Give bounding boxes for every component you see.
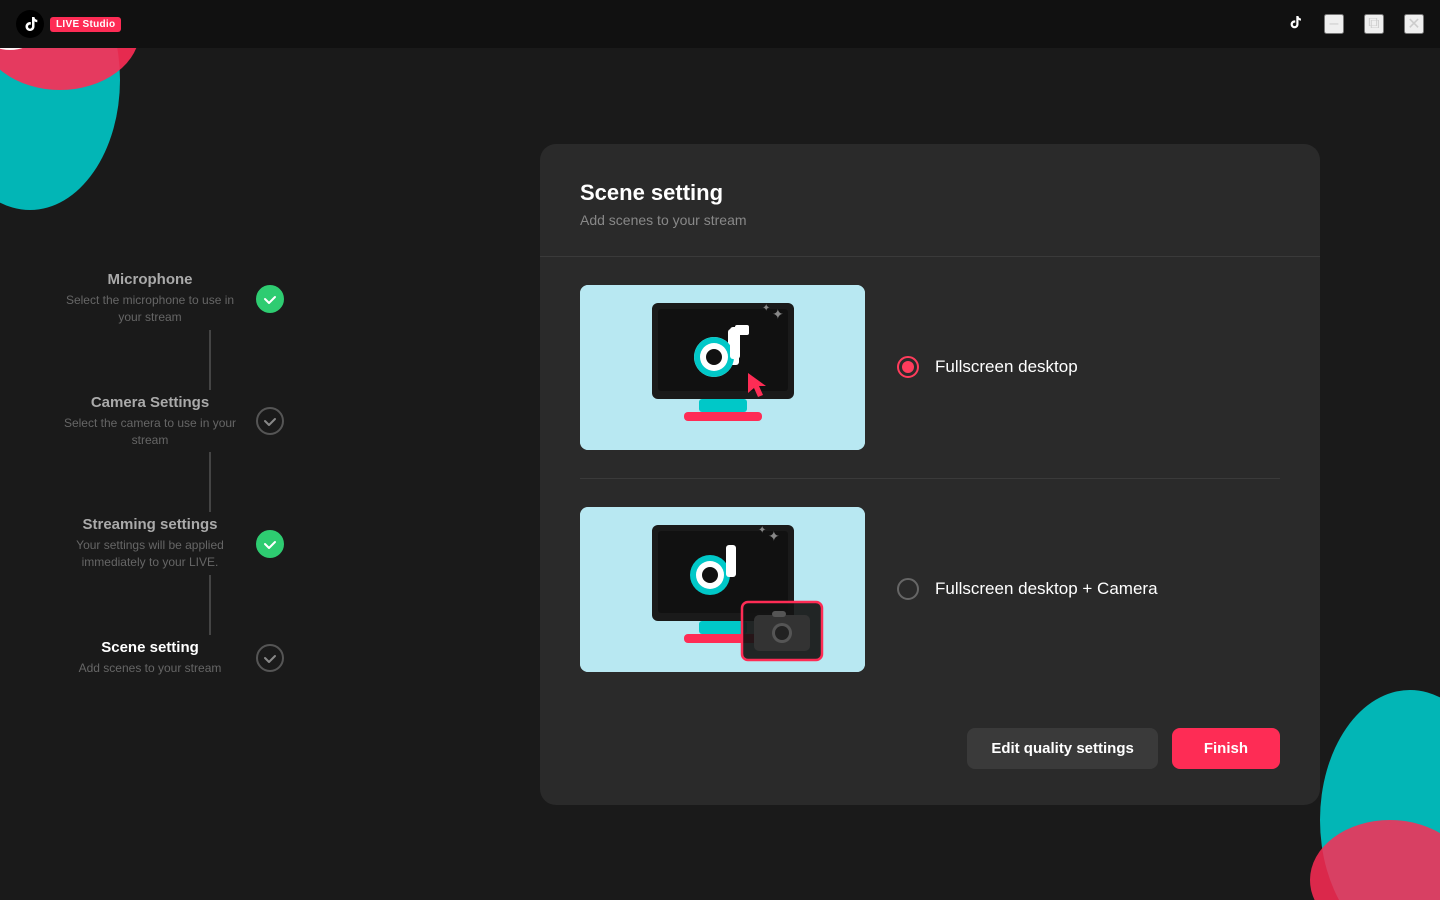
scene-thumbnail-fullscreen-camera: ✦ ✦ [580, 507, 865, 672]
scene-option-fullscreen-info: Fullscreen desktop [897, 356, 1280, 378]
scene-card: Scene setting Add scenes to your stream [540, 144, 1320, 805]
card-footer: Edit quality settings Finish [580, 700, 1280, 769]
scene-option-fullscreen-camera-info: Fullscreen desktop + Camera [897, 578, 1280, 600]
scene-option-fullscreen[interactable]: ✦ ✦ Full [580, 257, 1280, 479]
step-streaming: Streaming settings Your settings will be… [60, 516, 360, 571]
close-button[interactable]: ✕ [1404, 14, 1424, 34]
tiktok-icon [1282, 13, 1304, 35]
svg-text:✦: ✦ [768, 528, 780, 544]
step-microphone-check [256, 285, 284, 313]
scene-card-subtitle: Add scenes to your stream [580, 212, 1280, 228]
step-streaming-desc: Your settings will be applied immediatel… [60, 537, 240, 571]
restore-button[interactable]: ⧉ [1364, 14, 1384, 34]
step-connector-3 [209, 575, 211, 635]
radio-fullscreen[interactable] [897, 356, 919, 378]
step-camera-title: Camera Settings [60, 394, 240, 411]
step-camera: Camera Settings Select the camera to use… [60, 394, 360, 449]
step-camera-check [256, 407, 284, 435]
step-connector-2 [209, 452, 211, 512]
step-streaming-row: Streaming settings Your settings will be… [60, 516, 360, 571]
fullscreen-illustration: ✦ ✦ [580, 285, 865, 450]
step-microphone-row: Microphone Select the microphone to use … [60, 271, 360, 326]
titlebar: LIVE Studio – ⧉ ✕ [0, 0, 1440, 48]
step-microphone-desc: Select the microphone to use in your str… [60, 292, 240, 326]
scene-option-fullscreen-camera-label: Fullscreen desktop + Camera [935, 579, 1158, 599]
svg-text:✦: ✦ [762, 303, 770, 314]
scene-option-fullscreen-camera[interactable]: ✦ ✦ [580, 479, 1280, 700]
live-studio-badge: LIVE Studio [50, 17, 121, 32]
step-camera-desc: Select the camera to use in your stream [60, 415, 240, 449]
finish-button[interactable]: Finish [1172, 728, 1280, 769]
minimize-button[interactable]: – [1324, 14, 1344, 34]
scene-options: ✦ ✦ Full [580, 257, 1280, 700]
scene-thumbnail-fullscreen: ✦ ✦ [580, 285, 865, 450]
main-layout: Microphone Select the microphone to use … [0, 48, 1440, 900]
scene-card-title: Scene setting [580, 180, 1280, 206]
svg-text:✦: ✦ [772, 306, 784, 322]
sidebar: Microphone Select the microphone to use … [0, 48, 420, 900]
svg-text:✦: ✦ [758, 525, 766, 536]
step-microphone: Microphone Select the microphone to use … [60, 271, 360, 326]
step-streaming-title: Streaming settings [60, 516, 240, 533]
step-microphone-title: Microphone [60, 271, 240, 288]
step-scene-title: Scene setting [60, 639, 240, 656]
step-scene-row: Scene setting Add scenes to your stream [60, 639, 360, 677]
fullscreen-camera-illustration: ✦ ✦ [580, 507, 865, 672]
step-connector-1 [209, 330, 211, 390]
step-scene-check [256, 644, 284, 672]
step-scene: Scene setting Add scenes to your stream [60, 639, 360, 677]
step-scene-desc: Add scenes to your stream [60, 660, 240, 677]
edit-quality-button[interactable]: Edit quality settings [967, 728, 1158, 769]
radio-fullscreen-camera[interactable] [897, 578, 919, 600]
content-panel: Scene setting Add scenes to your stream [420, 48, 1440, 900]
radio-fullscreen-inner [902, 361, 914, 373]
step-camera-row: Camera Settings Select the camera to use… [60, 394, 360, 449]
titlebar-left: LIVE Studio [16, 10, 121, 38]
step-streaming-check [256, 530, 284, 558]
tiktok-logo-icon [16, 10, 44, 38]
titlebar-right: – ⧉ ✕ [1282, 13, 1424, 35]
tiktok-logo: LIVE Studio [16, 10, 121, 38]
scene-option-fullscreen-label: Fullscreen desktop [935, 357, 1078, 377]
